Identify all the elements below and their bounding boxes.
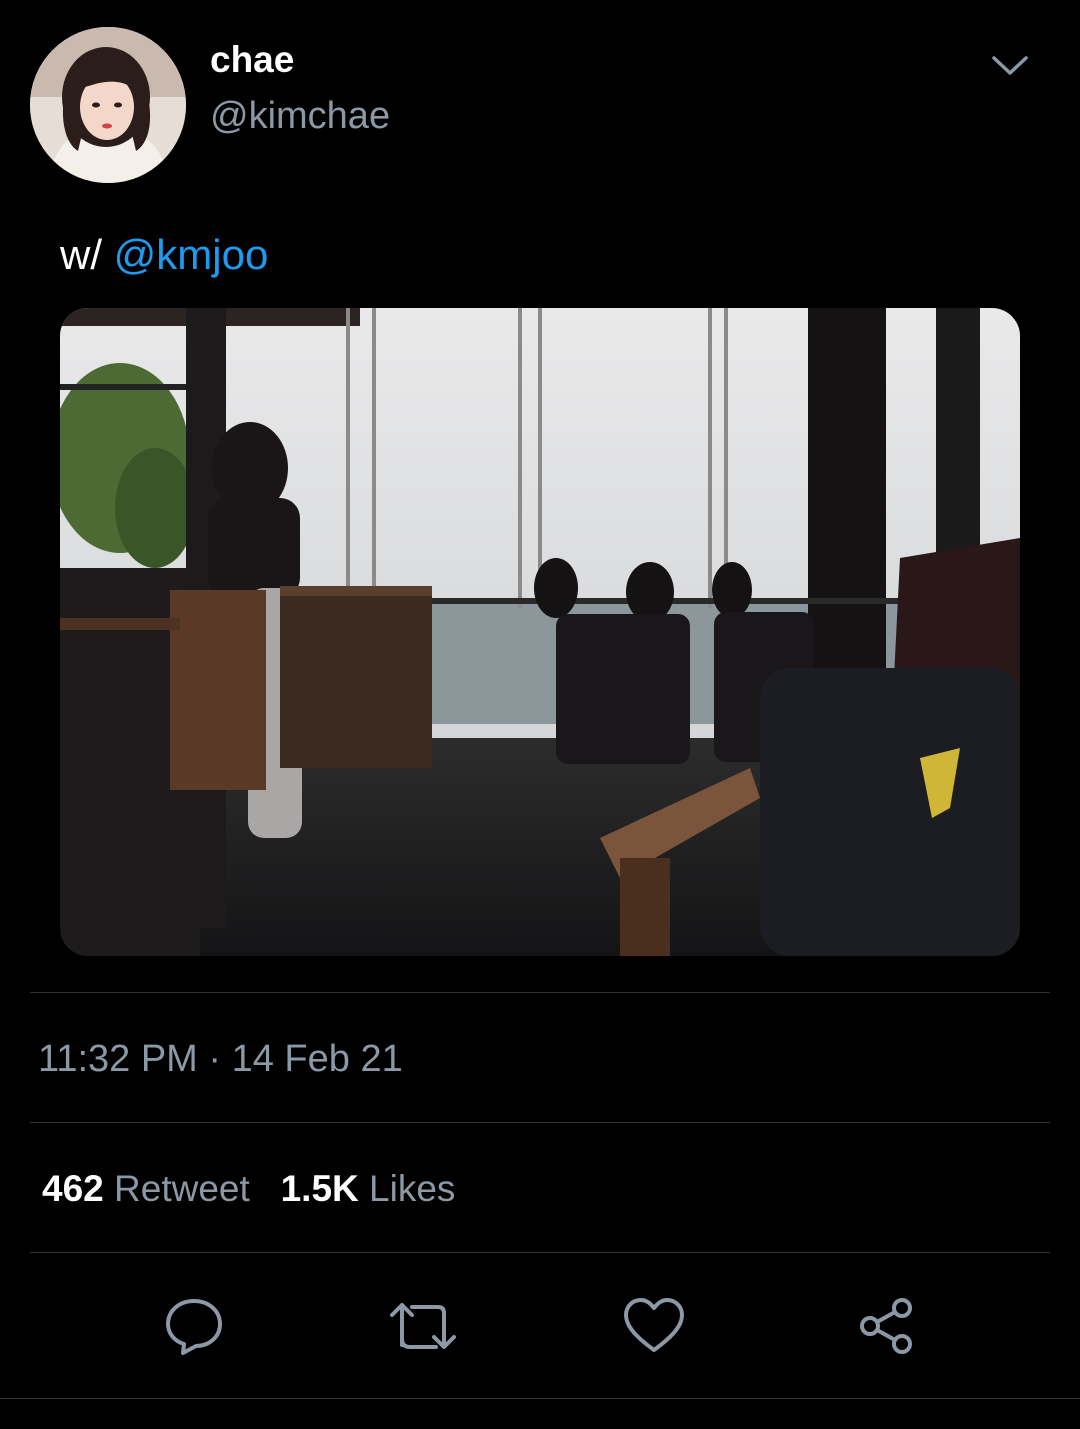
reply-button[interactable] xyxy=(158,1290,230,1362)
likes-stat[interactable]: 1.5K Likes xyxy=(281,1166,456,1212)
divider xyxy=(30,1122,1050,1123)
chevron-down-icon[interactable] xyxy=(990,46,1030,86)
retweet-icon xyxy=(390,1303,456,1349)
divider xyxy=(0,1398,1080,1399)
retweet-button[interactable] xyxy=(388,1290,460,1362)
like-button[interactable] xyxy=(618,1290,690,1362)
avatar[interactable] xyxy=(30,27,186,183)
user-handle[interactable]: @kimchae xyxy=(210,94,390,138)
tweet-text: w/ @kmjoo xyxy=(60,230,268,280)
reply-icon xyxy=(166,1299,222,1355)
retweets-stat[interactable]: 462 Retweet xyxy=(42,1166,250,1212)
tweet-timestamp[interactable]: 11:32 PM · 14 Feb 21 xyxy=(38,1036,403,1082)
divider xyxy=(30,1252,1050,1253)
retweets-count: 462 xyxy=(42,1168,104,1209)
display-name[interactable]: chae xyxy=(210,38,294,82)
share-icon xyxy=(860,1298,912,1354)
tweet-photo[interactable] xyxy=(60,308,1020,956)
mention-link[interactable]: @kmjoo xyxy=(114,231,269,278)
heart-icon xyxy=(624,1298,684,1352)
likes-label: Likes xyxy=(369,1168,456,1209)
share-button[interactable] xyxy=(850,1290,922,1362)
likes-count: 1.5K xyxy=(280,1168,359,1209)
retweets-label: Retweet xyxy=(114,1168,250,1209)
tweet-detail-page: chae @kimchae w/ @kmjoo 11:32 PM · 14 Fe… xyxy=(0,0,1080,1429)
tweet-stats: 462 Retweet 1.5K Likes xyxy=(42,1166,455,1212)
divider xyxy=(30,992,1050,993)
tweet-text-prefix: w/ xyxy=(60,231,114,278)
